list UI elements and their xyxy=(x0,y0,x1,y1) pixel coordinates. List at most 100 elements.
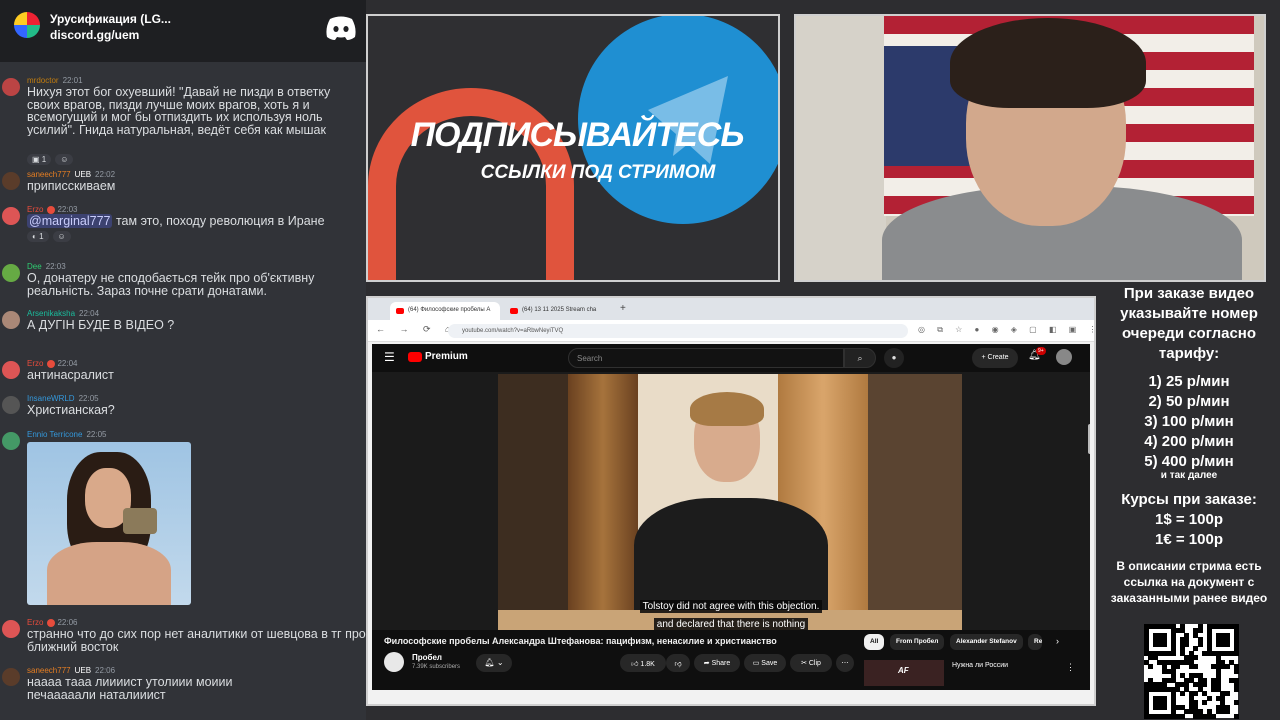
gif-image[interactable] xyxy=(27,442,191,605)
microphone-icon[interactable]: ● xyxy=(884,348,904,368)
recommended-title[interactable]: Нужна ли России xyxy=(952,662,1008,669)
more-actions-icon[interactable]: ⋯ xyxy=(836,654,854,672)
price-item: 5) 400 р/мин xyxy=(1144,453,1234,470)
account-avatar[interactable] xyxy=(1056,349,1072,365)
chat-messages[interactable]: mrdoctor 22:01 Нихуя этот бог охуевший! "… xyxy=(0,62,366,720)
role-badge: UEB xyxy=(74,666,92,675)
message-author[interactable]: Erzo xyxy=(27,618,43,627)
avatar xyxy=(2,264,20,282)
role-badge-icon xyxy=(47,205,56,214)
address-bar: ← → ⟳ ⌂ youtube.com/watch?v=aRbwNeyiTVQ … xyxy=(368,320,1094,342)
filter-chip-related[interactable]: Re xyxy=(1028,634,1042,650)
url-input[interactable]: youtube.com/watch?v=aRbwNeyiTVQ xyxy=(448,324,908,338)
qr-module xyxy=(1179,691,1185,697)
chevron-right-icon[interactable]: › xyxy=(1056,636,1059,646)
add-reaction-icon[interactable]: ☺ xyxy=(55,154,74,165)
message-author[interactable]: Erzo xyxy=(27,359,43,368)
tab-youtube-video[interactable]: (64) Философские пробелы А xyxy=(390,302,500,320)
qr-module xyxy=(1224,641,1230,647)
qr-module xyxy=(1224,691,1230,697)
role-badge-icon xyxy=(47,359,56,368)
banner-title: ПОДПИСЫВАЙТЕСЬ xyxy=(410,116,745,154)
video-info: Философские пробелы Александра Штефанова… xyxy=(372,630,1090,690)
avatar xyxy=(2,668,20,686)
filter-chip-alexander[interactable]: Alexander Stefanov xyxy=(950,634,1023,650)
like-button[interactable]: 👍︎ 1.8K xyxy=(620,654,666,672)
order-info-panel: При заказе видео указывайте номер очеред… xyxy=(1098,280,1280,720)
subscription-bell-button[interactable]: 🔔︎ ⌄ xyxy=(476,654,512,672)
message-text: странно что до сих пор нет аналитики от … xyxy=(27,627,366,654)
filter-chip-all[interactable]: All xyxy=(864,634,885,650)
tab-stream-chat[interactable]: (64) 13 11 2025 Stream cha xyxy=(504,302,614,320)
search-input[interactable]: Search xyxy=(568,348,844,368)
message-author[interactable]: mrdoctor xyxy=(27,76,59,85)
chat-header: Урусификация (LG... discord.gg/uem xyxy=(0,0,366,62)
message-text: А ДУГІН БУДЕ В ВІДЕО ? xyxy=(27,318,175,332)
qr-module xyxy=(1170,650,1176,656)
rate-item: 1€ = 100р xyxy=(1155,531,1223,548)
qr-module xyxy=(1233,700,1239,706)
message-text: Христианская? xyxy=(27,403,115,417)
navigation-icons[interactable]: ← → ⟳ ⌂ xyxy=(376,324,456,335)
video-frame xyxy=(498,374,962,632)
price-list: 1) 25 р/мин 2) 50 р/мин 3) 100 р/мин 4) … xyxy=(1098,372,1280,472)
avatar xyxy=(2,620,20,638)
message-time: 22:06 xyxy=(95,666,116,675)
clip-button[interactable]: ✂ Clip xyxy=(790,654,832,672)
reaction-chip[interactable]: ▣ 1 xyxy=(27,154,52,165)
price-etc: и так далее xyxy=(1160,470,1218,481)
qr-module xyxy=(1193,664,1199,670)
youtube-logo-icon[interactable] xyxy=(408,352,422,362)
subtitle-line: Tolstoy did not agree with this objectio… xyxy=(639,600,823,613)
video-player[interactable]: Tolstoy did not agree with this objectio… xyxy=(372,372,1090,632)
reaction-chip[interactable]: ◐ 1 xyxy=(27,231,49,242)
youtube-header: ☰ Premium Search ⌕ ● + Create 🔔︎ 9+ xyxy=(372,344,1090,372)
message-author[interactable]: Ennio Terricone xyxy=(27,430,82,439)
avatar xyxy=(2,361,20,379)
add-reaction-icon[interactable]: ☺ xyxy=(52,231,71,242)
message-text: приписскиваем xyxy=(27,179,116,193)
avatar xyxy=(2,78,20,96)
message-text: там это, походу революция в Иране xyxy=(115,214,325,228)
extension-icons[interactable]: ◎ ⧉ ☆ ● ◉ ◈ ▢ ◧ ▣ ⋮ xyxy=(918,325,1094,335)
qr-module xyxy=(1206,695,1212,701)
user-mention[interactable]: @marginal777 xyxy=(27,214,113,228)
message-author[interactable]: Arsenikaksha xyxy=(27,309,75,318)
qr-module xyxy=(1233,686,1239,692)
message-time: 22:04 xyxy=(79,309,100,318)
exchange-rates: Курсы при заказе: 1$ = 100р 1€ = 100р xyxy=(1098,490,1280,550)
create-button[interactable]: + Create xyxy=(972,348,1018,368)
qr-module xyxy=(1202,700,1208,706)
server-invite-link[interactable]: discord.gg/uem xyxy=(50,28,139,42)
share-button[interactable]: ➦ Share xyxy=(694,654,740,672)
message-time: 22:02 xyxy=(95,170,116,179)
filter-chip-from-channel[interactable]: From Пробел xyxy=(890,634,945,650)
server-name: Урусификация (LG... xyxy=(50,12,171,26)
message-author[interactable]: InsaneWRLD xyxy=(27,394,75,403)
price-item: 4) 200 р/мин xyxy=(1144,433,1234,450)
youtube-favicon-icon xyxy=(396,308,404,314)
dislike-button[interactable]: 👎︎ xyxy=(666,654,690,672)
qr-module xyxy=(1175,664,1181,670)
scrollbar[interactable] xyxy=(1088,424,1090,454)
menu-icon[interactable]: ☰ xyxy=(384,350,395,364)
thumbnail-text: AF xyxy=(898,666,909,675)
order-instructions: При заказе видео указывайте номер очеред… xyxy=(1120,285,1258,362)
youtube-logo-text[interactable]: Premium xyxy=(425,351,468,362)
message-author[interactable]: saneech777 xyxy=(27,666,71,675)
more-options-icon[interactable]: ⋮ xyxy=(1066,662,1075,673)
qr-module xyxy=(1202,682,1208,688)
message-author[interactable]: saneech777 xyxy=(27,170,71,179)
save-button[interactable]: ▭ Save xyxy=(744,654,786,672)
channel-subscribers: 7.39K subscribers xyxy=(412,664,461,670)
message-author[interactable]: Dee xyxy=(27,262,42,271)
search-icon[interactable]: ⌕ xyxy=(844,348,876,368)
message-author[interactable]: Erzo xyxy=(27,205,43,214)
avatar xyxy=(2,396,20,414)
youtube-page: ☰ Premium Search ⌕ ● + Create 🔔︎ 9+ Tols… xyxy=(372,344,1090,690)
channel-name[interactable]: Пробел xyxy=(412,653,442,662)
channel-avatar[interactable] xyxy=(384,652,404,672)
webcam-feed xyxy=(794,14,1266,282)
role-badge-icon xyxy=(47,618,56,627)
new-tab-icon[interactable]: + xyxy=(620,303,626,314)
